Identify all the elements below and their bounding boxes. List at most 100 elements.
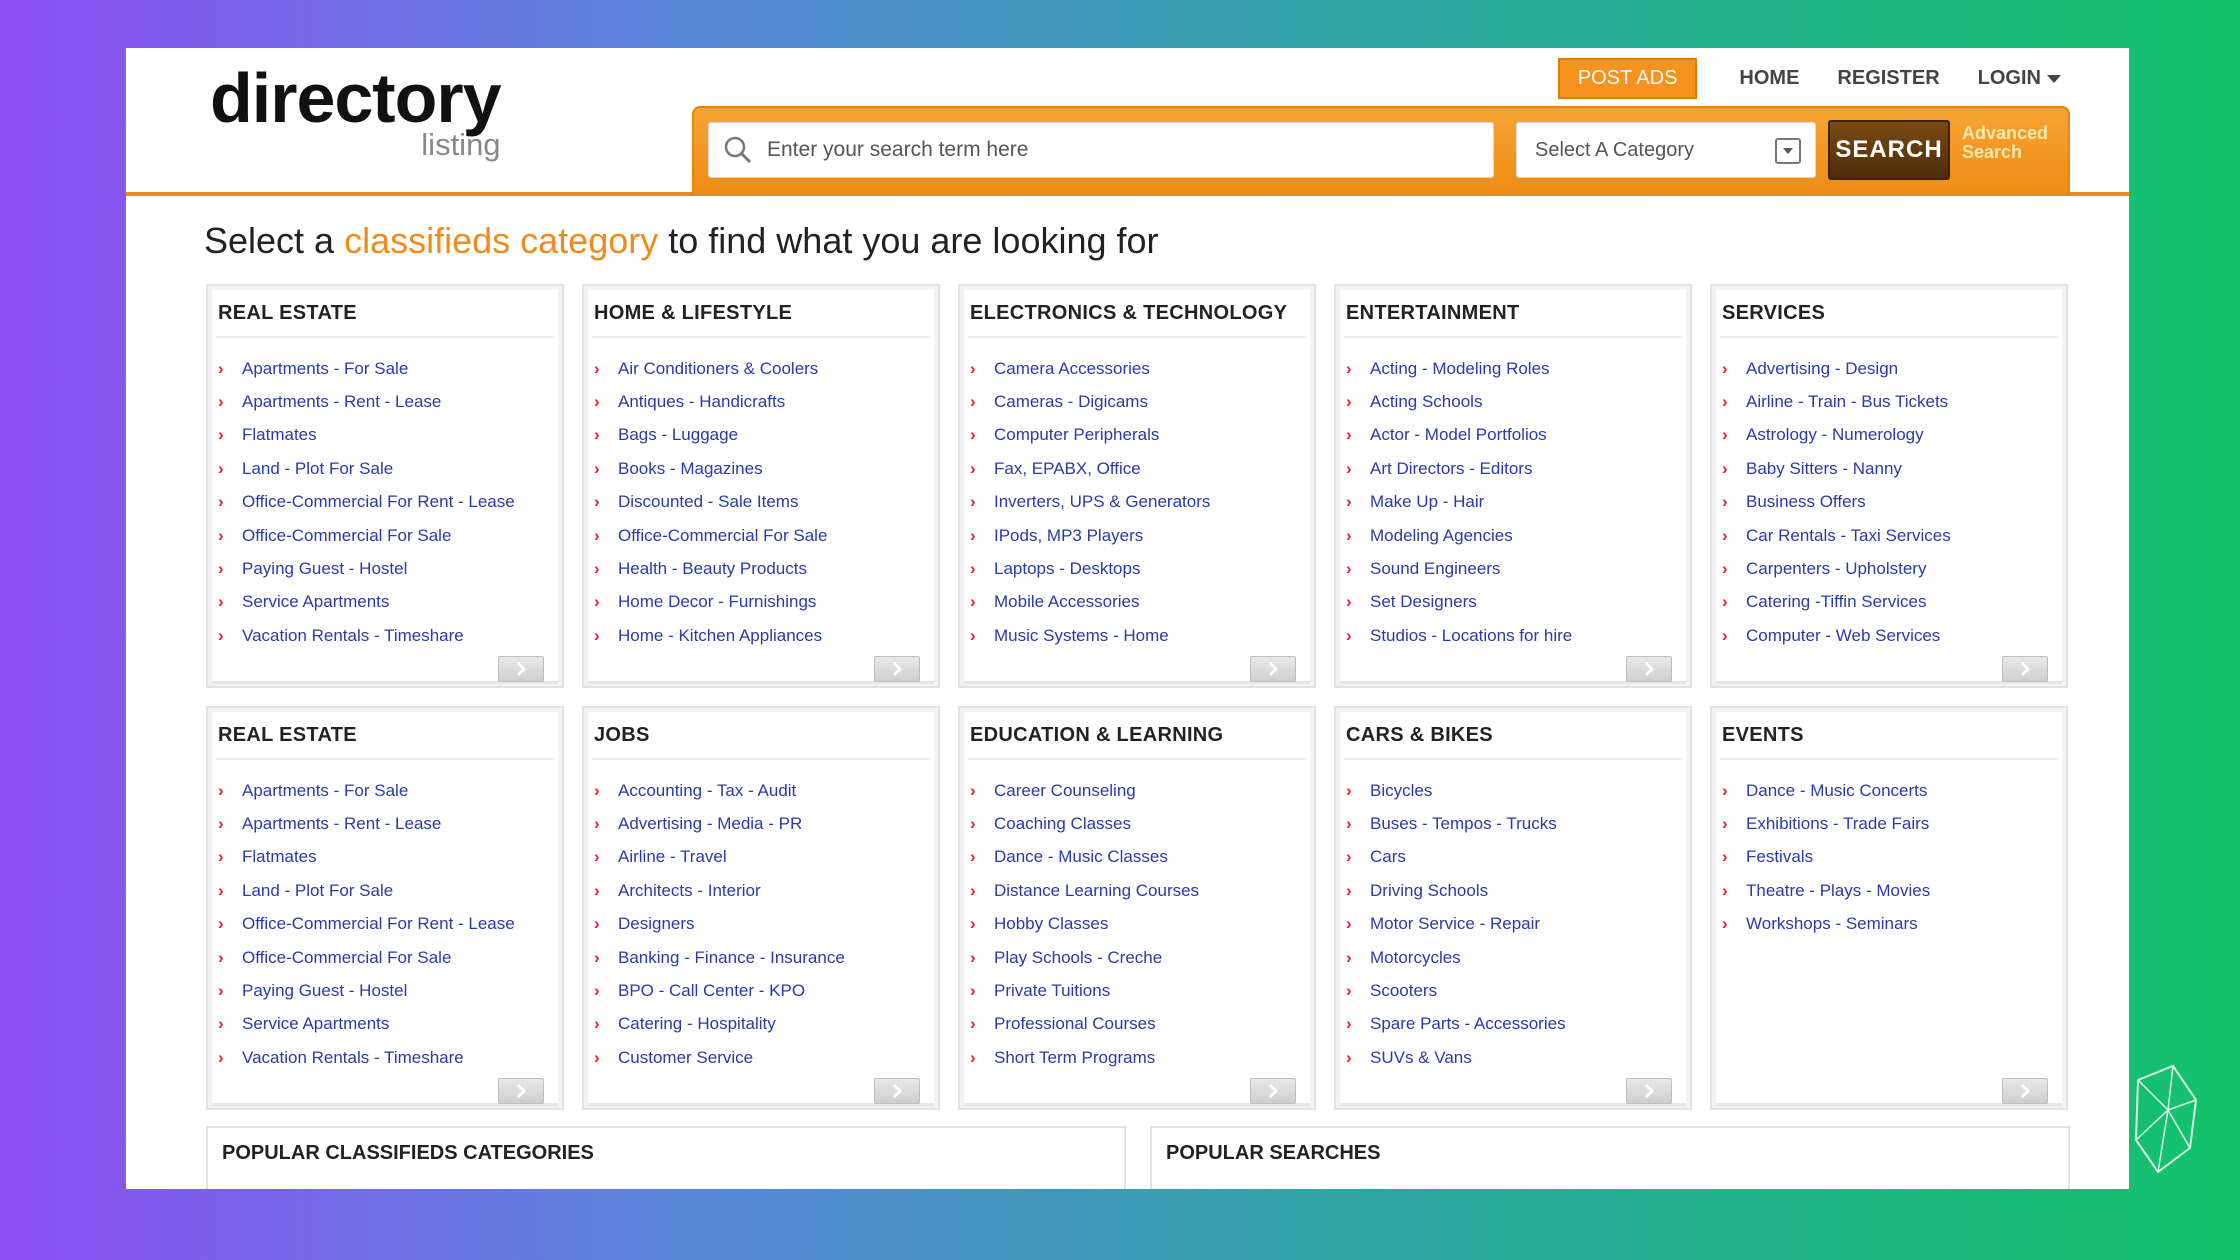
post-ads-button[interactable]: POST ADS bbox=[1557, 58, 1698, 99]
category-link[interactable]: Art Directors - Editors bbox=[1370, 459, 1532, 479]
category-link[interactable]: Antiques - Handicrafts bbox=[618, 392, 785, 412]
search-input[interactable] bbox=[767, 138, 1467, 162]
more-button[interactable] bbox=[1250, 1078, 1296, 1104]
category-link[interactable]: Camera Accessories bbox=[994, 359, 1150, 379]
category-link[interactable]: Distance Learning Courses bbox=[994, 881, 1199, 901]
category-title[interactable]: JOBS bbox=[594, 724, 650, 747]
category-title[interactable]: CARS & BIKES bbox=[1346, 724, 1493, 747]
category-link[interactable]: Office-Commercial For Rent - Lease bbox=[242, 914, 515, 934]
category-link[interactable]: Sound Engineers bbox=[1370, 559, 1500, 579]
category-link[interactable]: Dance - Music Classes bbox=[994, 847, 1168, 867]
category-link[interactable]: Carpenters - Upholstery bbox=[1746, 559, 1926, 579]
category-title[interactable]: REAL ESTATE bbox=[218, 724, 357, 747]
category-link[interactable]: Catering -Tiffin Services bbox=[1746, 592, 1926, 612]
category-link[interactable]: Computer Peripherals bbox=[994, 425, 1159, 445]
category-link[interactable]: Flatmates bbox=[242, 425, 317, 445]
category-link[interactable]: Vacation Rentals - Timeshare bbox=[242, 626, 464, 646]
category-link[interactable]: Land - Plot For Sale bbox=[242, 881, 393, 901]
more-button[interactable] bbox=[874, 656, 920, 682]
category-title[interactable]: ENTERTAINMENT bbox=[1346, 302, 1520, 325]
category-title[interactable]: ELECTRONICS & TECHNOLOGY bbox=[970, 302, 1287, 325]
category-link[interactable]: Office-Commercial For Sale bbox=[618, 526, 827, 546]
category-link[interactable]: Exhibitions - Trade Fairs bbox=[1746, 814, 1929, 834]
heading-accent[interactable]: classifieds category bbox=[344, 220, 658, 261]
category-link[interactable]: Actor - Model Portfolios bbox=[1370, 425, 1547, 445]
more-button[interactable] bbox=[2002, 1078, 2048, 1104]
category-link[interactable]: Inverters, UPS & Generators bbox=[994, 492, 1210, 512]
category-link[interactable]: Dance - Music Concerts bbox=[1746, 781, 1927, 801]
nav-home[interactable]: HOME bbox=[1739, 67, 1799, 90]
category-link[interactable]: Home - Kitchen Appliances bbox=[618, 626, 822, 646]
category-link[interactable]: Coaching Classes bbox=[994, 814, 1131, 834]
category-link[interactable]: Business Offers bbox=[1746, 492, 1866, 512]
category-link[interactable]: BPO - Call Center - KPO bbox=[618, 981, 805, 1001]
more-button[interactable] bbox=[1626, 656, 1672, 682]
category-link[interactable]: Office-Commercial For Sale bbox=[242, 948, 451, 968]
category-link[interactable]: Modeling Agencies bbox=[1370, 526, 1513, 546]
category-link[interactable]: Architects - Interior bbox=[618, 881, 761, 901]
category-link[interactable]: Paying Guest - Hostel bbox=[242, 981, 407, 1001]
category-link[interactable]: Mobile Accessories bbox=[994, 592, 1140, 612]
category-link[interactable]: Advertising - Media - PR bbox=[618, 814, 802, 834]
nav-register[interactable]: REGISTER bbox=[1837, 67, 1939, 90]
category-link[interactable]: Acting Schools bbox=[1370, 392, 1482, 412]
category-link[interactable]: Books - Magazines bbox=[618, 459, 763, 479]
more-button[interactable] bbox=[498, 656, 544, 682]
category-link[interactable]: Play Schools - Creche bbox=[994, 948, 1162, 968]
category-link[interactable]: Apartments - For Sale bbox=[242, 359, 408, 379]
category-link[interactable]: Buses - Tempos - Trucks bbox=[1370, 814, 1557, 834]
category-link[interactable]: Astrology - Numerology bbox=[1746, 425, 1924, 445]
more-button[interactable] bbox=[1626, 1078, 1672, 1104]
category-link[interactable]: Driving Schools bbox=[1370, 881, 1488, 901]
category-link[interactable]: Apartments - Rent - Lease bbox=[242, 814, 441, 834]
more-button[interactable] bbox=[498, 1078, 544, 1104]
category-link[interactable]: Service Apartments bbox=[242, 1014, 389, 1034]
category-link[interactable]: Motor Service - Repair bbox=[1370, 914, 1540, 934]
advanced-search-link[interactable]: Advanced Search bbox=[1962, 124, 2062, 162]
category-link[interactable]: Theatre - Plays - Movies bbox=[1746, 881, 1930, 901]
category-link[interactable]: Airline - Travel bbox=[618, 847, 727, 867]
category-title[interactable]: EVENTS bbox=[1722, 724, 1804, 747]
category-link[interactable]: Service Apartments bbox=[242, 592, 389, 612]
category-link[interactable]: Office-Commercial For Rent - Lease bbox=[242, 492, 515, 512]
category-link[interactable]: Fax, EPABX, Office bbox=[994, 459, 1141, 479]
category-link[interactable]: Cameras - Digicams bbox=[994, 392, 1148, 412]
category-link[interactable]: Banking - Finance - Insurance bbox=[618, 948, 845, 968]
category-link[interactable]: Laptops - Desktops bbox=[994, 559, 1140, 579]
category-link[interactable]: Air Conditioners & Coolers bbox=[618, 359, 818, 379]
category-link[interactable]: Studios - Locations for hire bbox=[1370, 626, 1572, 646]
category-link[interactable]: Computer - Web Services bbox=[1746, 626, 1940, 646]
more-button[interactable] bbox=[2002, 656, 2048, 682]
category-title[interactable]: REAL ESTATE bbox=[218, 302, 357, 325]
category-link[interactable]: Motorcycles bbox=[1370, 948, 1461, 968]
site-logo[interactable]: directory listing bbox=[210, 60, 502, 160]
category-title[interactable]: HOME & LIFESTYLE bbox=[594, 302, 792, 325]
category-link[interactable]: Career Counseling bbox=[994, 781, 1136, 801]
category-link[interactable]: IPods, MP3 Players bbox=[994, 526, 1143, 546]
category-link[interactable]: Spare Parts - Accessories bbox=[1370, 1014, 1566, 1034]
category-link[interactable]: Professional Courses bbox=[994, 1014, 1156, 1034]
category-link[interactable]: Office-Commercial For Sale bbox=[242, 526, 451, 546]
search-button[interactable]: SEARCH bbox=[1828, 120, 1950, 180]
category-link[interactable]: Cars bbox=[1370, 847, 1406, 867]
category-link[interactable]: Discounted - Sale Items bbox=[618, 492, 798, 512]
category-link[interactable]: Catering - Hospitality bbox=[618, 1014, 776, 1034]
category-link[interactable]: Designers bbox=[618, 914, 695, 934]
category-link[interactable]: Set Designers bbox=[1370, 592, 1477, 612]
category-link[interactable]: Paying Guest - Hostel bbox=[242, 559, 407, 579]
category-link[interactable]: Customer Service bbox=[618, 1048, 753, 1068]
category-link[interactable]: Airline - Train - Bus Tickets bbox=[1746, 392, 1948, 412]
category-link[interactable]: Flatmates bbox=[242, 847, 317, 867]
category-link[interactable]: Make Up - Hair bbox=[1370, 492, 1484, 512]
category-link[interactable]: Scooters bbox=[1370, 981, 1437, 1001]
category-link[interactable]: Baby Sitters - Nanny bbox=[1746, 459, 1902, 479]
more-button[interactable] bbox=[1250, 656, 1296, 682]
category-link[interactable]: Festivals bbox=[1746, 847, 1813, 867]
nav-login[interactable]: LOGIN bbox=[1978, 67, 2061, 90]
category-link[interactable]: Workshops - Seminars bbox=[1746, 914, 1918, 934]
more-button[interactable] bbox=[874, 1078, 920, 1104]
category-link[interactable]: Land - Plot For Sale bbox=[242, 459, 393, 479]
category-link[interactable]: Accounting - Tax - Audit bbox=[618, 781, 796, 801]
category-link[interactable]: Music Systems - Home bbox=[994, 626, 1169, 646]
category-select[interactable]: Select A Category bbox=[1516, 122, 1816, 178]
